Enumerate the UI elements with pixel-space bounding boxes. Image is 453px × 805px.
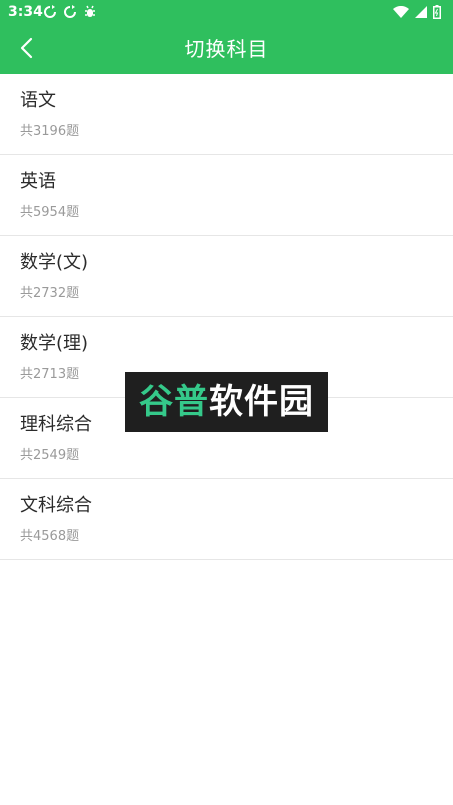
question-count: 共3196题 bbox=[20, 124, 80, 139]
page-title: 切换科目 bbox=[184, 37, 269, 61]
battery-icon bbox=[433, 5, 441, 19]
sync-icon bbox=[64, 5, 76, 18]
status-bar: 3:34 bbox=[0, 0, 453, 24]
watermark-text-part2: 软件园 bbox=[209, 382, 314, 422]
subject-name: 数学(文) bbox=[20, 252, 89, 273]
subject-list: 语文 共3196题 英语 共5954题 数学(文) 共2732题 数学(理) 共… bbox=[0, 74, 453, 560]
bug-icon bbox=[85, 5, 95, 17]
watermark-logo: 谷普 软件园 bbox=[125, 372, 328, 432]
subject-name: 理科综合 bbox=[20, 414, 92, 435]
wifi-icon bbox=[393, 6, 409, 18]
question-count: 共5954题 bbox=[20, 205, 80, 220]
question-count: 共4568题 bbox=[20, 529, 80, 544]
subject-name: 语文 bbox=[20, 90, 56, 111]
signal-icon bbox=[415, 6, 427, 18]
question-count: 共2549题 bbox=[20, 448, 80, 463]
status-time: 3:34 bbox=[8, 4, 43, 20]
subject-name: 英语 bbox=[20, 171, 56, 192]
list-item[interactable]: 语文 共3196题 bbox=[0, 74, 453, 155]
list-item[interactable]: 数学(文) 共2732题 bbox=[0, 236, 453, 317]
top-bar: 3:34 切换科目 bbox=[0, 0, 453, 74]
question-count: 共2713题 bbox=[20, 367, 80, 382]
list-item[interactable]: 英语 共5954题 bbox=[0, 155, 453, 236]
list-item[interactable]: 文科综合 共4568题 bbox=[0, 479, 453, 560]
subject-name: 数学(理) bbox=[20, 333, 89, 354]
question-count: 共2732题 bbox=[20, 286, 80, 301]
app-bar: 切换科目 bbox=[0, 24, 453, 74]
status-icons-left bbox=[43, 4, 97, 20]
sync-icon bbox=[44, 5, 56, 18]
status-icons-right bbox=[393, 4, 441, 20]
watermark-text-part1: 谷普 bbox=[139, 382, 209, 422]
subject-name: 文科综合 bbox=[20, 495, 92, 516]
